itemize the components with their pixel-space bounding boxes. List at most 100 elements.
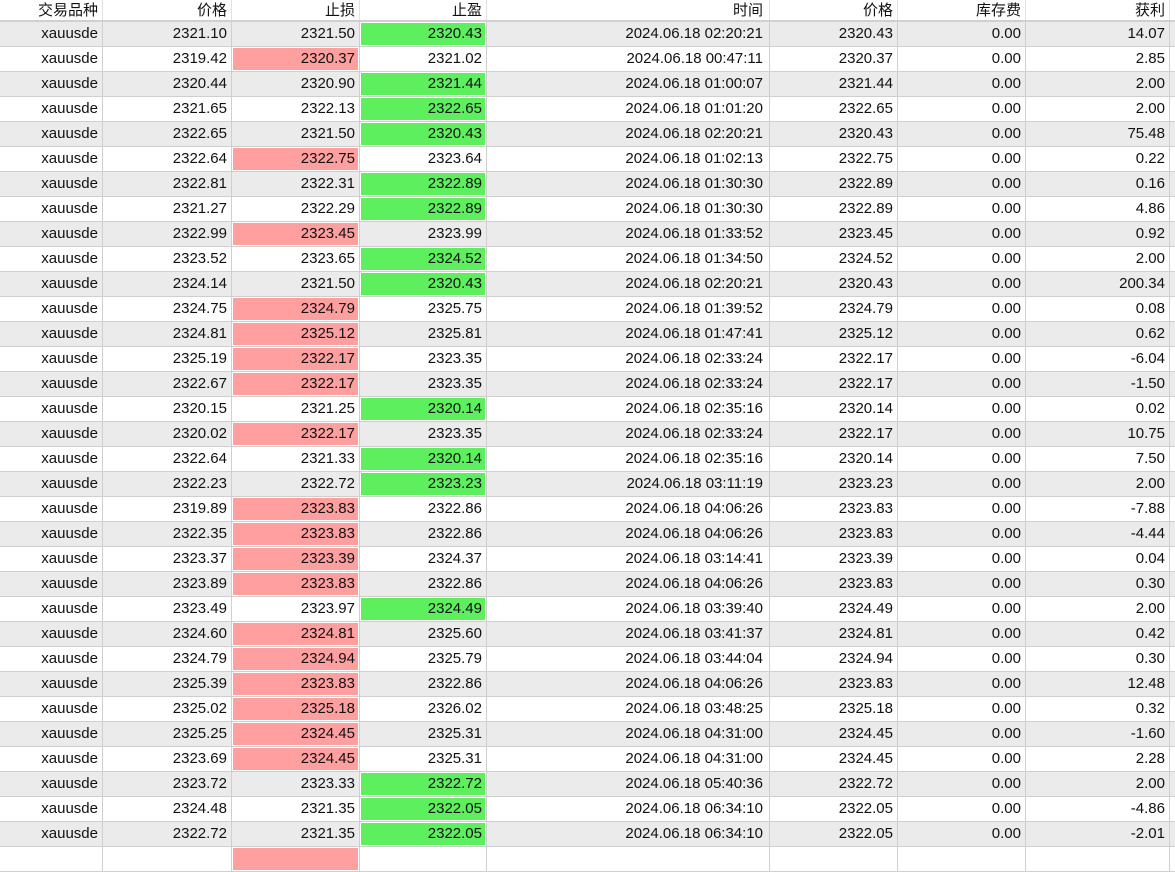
stop-loss-cell: 2321.50 [232, 22, 360, 46]
symbol-cell: xauusde [0, 72, 103, 96]
swap-cell: 0.00 [898, 497, 1026, 521]
stop-loss-cell: 2321.35 [232, 797, 360, 821]
open-price-cell: 2325.02 [103, 697, 232, 721]
swap-cell: 0.00 [898, 572, 1026, 596]
table-row[interactable]: xauusde 2320.02 2322.17 2323.35 2024.06.18 0… [0, 422, 1175, 447]
stop-loss-cell: 2322.17 [232, 422, 360, 446]
stop-loss-cell: 2322.17 [232, 347, 360, 371]
stop-loss-cell: 2325.18 [232, 697, 360, 721]
close-time-cell [487, 847, 770, 871]
stop-loss-cell: 2321.33 [232, 447, 360, 471]
table-row[interactable]: xauusde 2324.14 2321.50 2320.43 2024.06.18 0… [0, 272, 1175, 297]
table-row[interactable]: xauusde 2322.35 2323.83 2322.86 2024.06.18 0… [0, 522, 1175, 547]
take-profit-cell: 2325.31 [360, 722, 487, 746]
table-row[interactable]: xauusde 2321.10 2321.50 2320.43 2024.06.18 0… [0, 22, 1175, 47]
table-row[interactable]: xauusde 2319.42 2320.37 2321.02 2024.06.18 0… [0, 47, 1175, 72]
take-profit-cell: 2320.43 [360, 272, 487, 296]
header-symbol[interactable]: 交易品种 [0, 0, 103, 20]
swap-cell: 0.00 [898, 597, 1026, 621]
stop-loss-cell: 2323.83 [232, 672, 360, 696]
table-row[interactable]: xauusde 2323.37 2323.39 2324.37 2024.06.18 0… [0, 547, 1175, 572]
stop-loss-cell: 2321.35 [232, 822, 360, 846]
open-price-cell: 2323.72 [103, 772, 232, 796]
take-profit-cell: 2322.05 [360, 822, 487, 846]
table-row[interactable]: xauusde 2319.89 2323.83 2322.86 2024.06.18 0… [0, 497, 1175, 522]
symbol-cell: xauusde [0, 372, 103, 396]
open-price-cell: 2324.48 [103, 797, 232, 821]
open-price-cell: 2320.44 [103, 72, 232, 96]
table-row[interactable]: xauusde 2322.81 2322.31 2322.89 2024.06.18 0… [0, 172, 1175, 197]
table-row[interactable]: xauusde 2321.65 2322.13 2322.65 2024.06.18 0… [0, 97, 1175, 122]
take-profit-cell: 2322.86 [360, 522, 487, 546]
profit-cell: 2.28 [1026, 747, 1170, 771]
table-row[interactable]: xauusde 2322.72 2321.35 2322.05 2024.06.18 0… [0, 822, 1175, 847]
take-profit-cell: 2325.31 [360, 747, 487, 771]
table-row[interactable]: xauusde 2325.39 2323.83 2322.86 2024.06.18 0… [0, 672, 1175, 697]
swap-cell: 0.00 [898, 22, 1026, 46]
close-price-cell: 2324.52 [770, 247, 898, 271]
symbol-cell: xauusde [0, 497, 103, 521]
profit-cell: 14.07 [1026, 22, 1170, 46]
table-row[interactable]: xauusde 2323.69 2324.45 2325.31 2024.06.18 0… [0, 747, 1175, 772]
header-swap[interactable]: 库存费 [898, 0, 1026, 20]
profit-cell: 0.02 [1026, 397, 1170, 421]
close-price-cell: 2324.45 [770, 722, 898, 746]
symbol-cell: xauusde [0, 772, 103, 796]
close-time-cell: 2024.06.18 02:35:16 [487, 447, 770, 471]
table-row[interactable]: xauusde 2325.19 2322.17 2323.35 2024.06.18 0… [0, 347, 1175, 372]
table-row[interactable]: xauusde 2322.23 2322.72 2323.23 2024.06.18 0… [0, 472, 1175, 497]
table-row[interactable]: xauusde 2325.25 2324.45 2325.31 2024.06.18 0… [0, 722, 1175, 747]
header-close-time[interactable]: 时间 [487, 0, 770, 20]
open-price-cell: 2324.79 [103, 647, 232, 671]
stop-loss-cell: 2324.45 [232, 747, 360, 771]
header-close-price[interactable]: 价格 [770, 0, 898, 20]
table-row[interactable]: xauusde 2324.75 2324.79 2325.75 2024.06.18 0… [0, 297, 1175, 322]
stop-loss-cell: 2323.33 [232, 772, 360, 796]
table-row[interactable]: xauusde 2324.79 2324.94 2325.79 2024.06.18 0… [0, 647, 1175, 672]
header-open-price[interactable]: 价格 [103, 0, 232, 20]
table-row[interactable]: xauusde 2323.72 2323.33 2322.72 2024.06.18 0… [0, 772, 1175, 797]
close-price-cell: 2322.05 [770, 797, 898, 821]
table-row[interactable]: xauusde 2322.64 2321.33 2320.14 2024.06.18 0… [0, 447, 1175, 472]
close-time-cell: 2024.06.18 04:06:26 [487, 672, 770, 696]
table-row[interactable]: xauusde 2320.15 2321.25 2320.14 2024.06.18 0… [0, 397, 1175, 422]
close-time-cell: 2024.06.18 04:31:00 [487, 722, 770, 746]
table-row[interactable]: xauusde 2320.44 2320.90 2321.44 2024.06.18 0… [0, 72, 1175, 97]
table-row[interactable]: xauusde 2323.52 2323.65 2324.52 2024.06.18 0… [0, 247, 1175, 272]
close-price-cell: 2323.83 [770, 522, 898, 546]
profit-cell: 2.00 [1026, 97, 1170, 121]
header-profit[interactable]: 获利 [1026, 0, 1170, 20]
table-row[interactable]: xauusde 2324.81 2325.12 2325.81 2024.06.18 0… [0, 322, 1175, 347]
close-price-cell: 2322.72 [770, 772, 898, 796]
table-row[interactable] [0, 847, 1175, 872]
symbol-cell: xauusde [0, 297, 103, 321]
stop-loss-cell: 2323.83 [232, 497, 360, 521]
close-price-cell: 2324.49 [770, 597, 898, 621]
stop-loss-cell: 2325.12 [232, 322, 360, 346]
table-row[interactable]: xauusde 2323.89 2323.83 2322.86 2024.06.18 0… [0, 572, 1175, 597]
profit-cell: 0.22 [1026, 147, 1170, 171]
take-profit-cell: 2320.43 [360, 22, 487, 46]
swap-cell: 0.00 [898, 747, 1026, 771]
header-stop-loss[interactable]: 止损 [232, 0, 360, 20]
table-row[interactable]: xauusde 2324.48 2321.35 2322.05 2024.06.18 0… [0, 797, 1175, 822]
stop-loss-cell: 2322.72 [232, 472, 360, 496]
table-row[interactable]: xauusde 2325.02 2325.18 2326.02 2024.06.18 0… [0, 697, 1175, 722]
table-row[interactable]: xauusde 2322.65 2321.50 2320.43 2024.06.18 0… [0, 122, 1175, 147]
symbol-cell: xauusde [0, 247, 103, 271]
table-row[interactable]: xauusde 2322.67 2322.17 2323.35 2024.06.18 0… [0, 372, 1175, 397]
table-row[interactable]: xauusde 2321.27 2322.29 2322.89 2024.06.18 0… [0, 197, 1175, 222]
swap-cell: 0.00 [898, 672, 1026, 696]
table-row[interactable]: xauusde 2322.99 2323.45 2323.99 2024.06.18 0… [0, 222, 1175, 247]
symbol-cell: xauusde [0, 697, 103, 721]
symbol-cell [0, 847, 103, 871]
table-row[interactable]: xauusde 2322.64 2322.75 2323.64 2024.06.18 0… [0, 147, 1175, 172]
table-row[interactable]: xauusde 2324.60 2324.81 2325.60 2024.06.18 0… [0, 622, 1175, 647]
stop-loss-cell: 2320.90 [232, 72, 360, 96]
header-take-profit[interactable]: 止盈 [360, 0, 487, 20]
swap-cell: 0.00 [898, 422, 1026, 446]
open-price-cell: 2321.65 [103, 97, 232, 121]
take-profit-cell: 2324.37 [360, 547, 487, 571]
close-time-cell: 2024.06.18 02:20:21 [487, 122, 770, 146]
table-row[interactable]: xauusde 2323.49 2323.97 2324.49 2024.06.18 0… [0, 597, 1175, 622]
